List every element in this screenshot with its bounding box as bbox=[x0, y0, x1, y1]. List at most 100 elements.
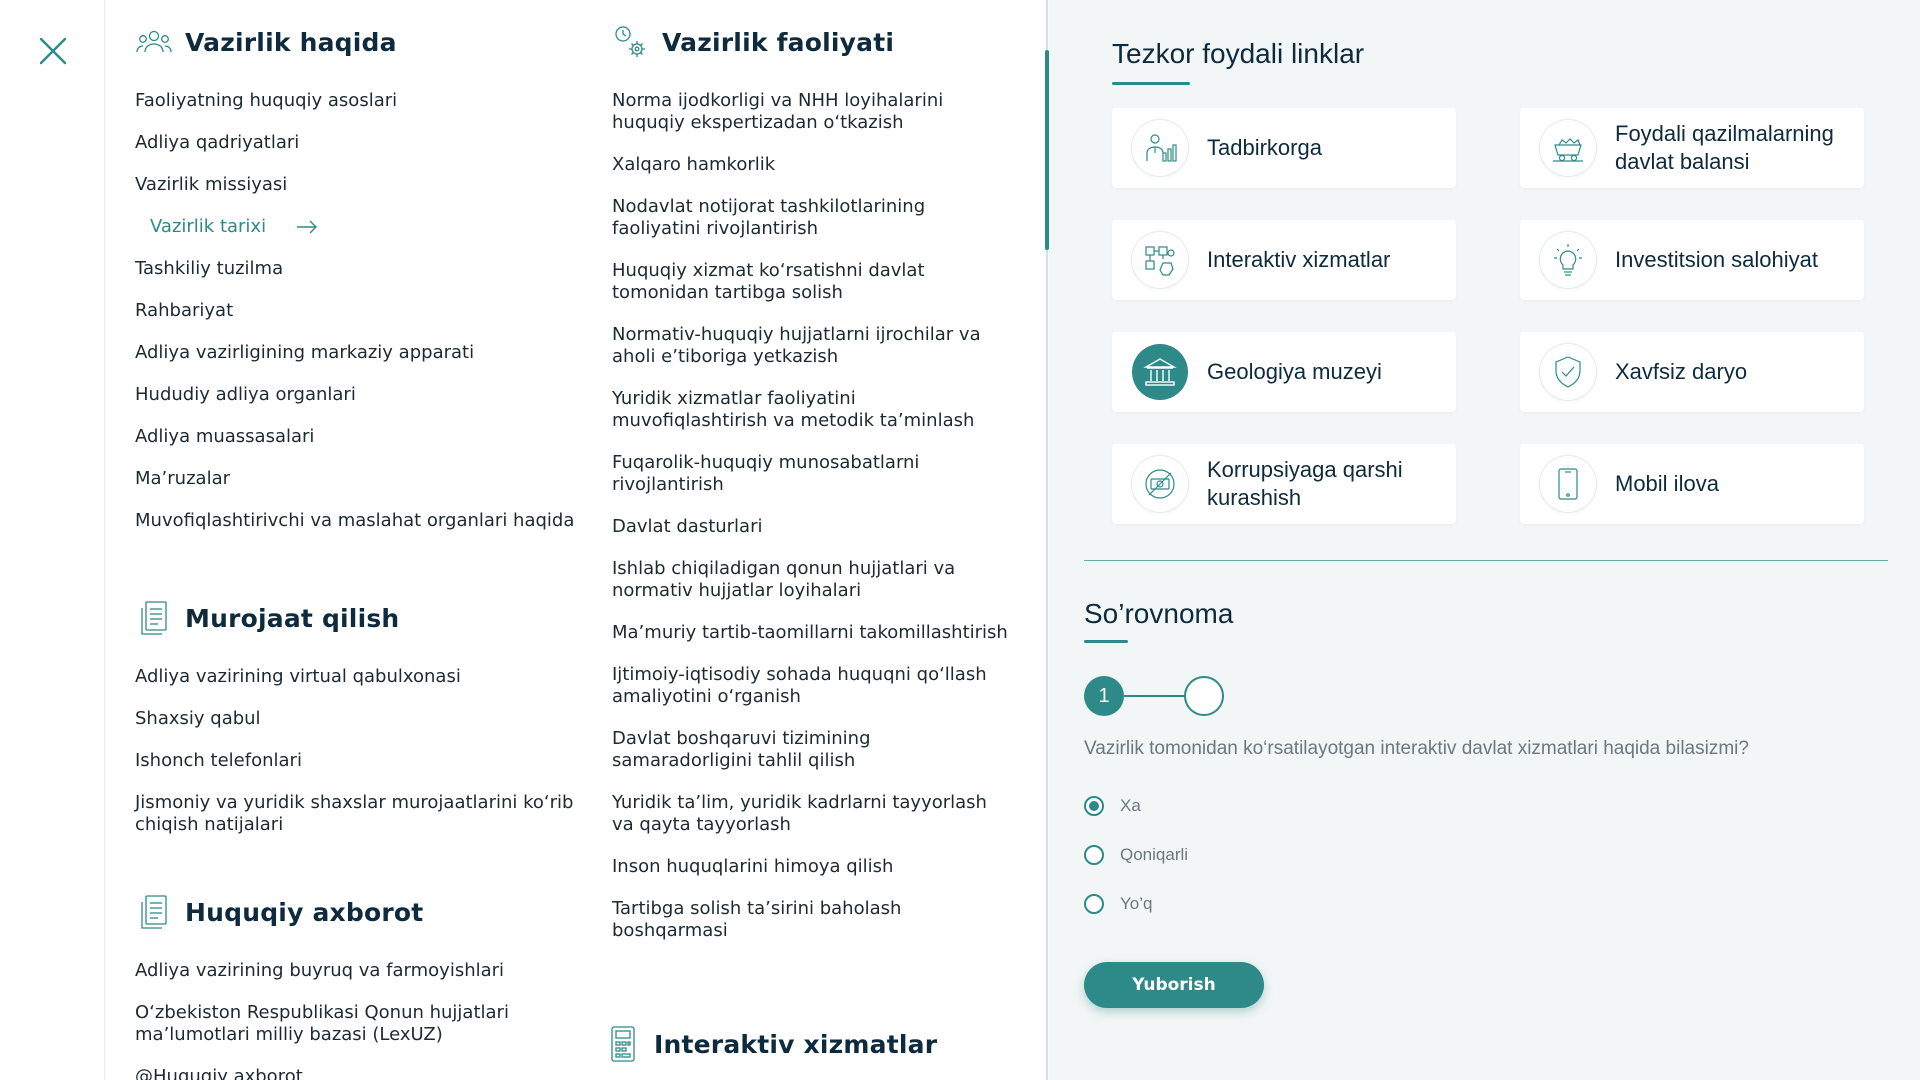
document-icon bbox=[135, 599, 173, 637]
menu-item-label: Davlat dasturlari bbox=[612, 516, 763, 537]
menu-item[interactable]: @Huquqiy axborot bbox=[135, 1066, 605, 1080]
menu-item[interactable]: Adliya qadriyatlari bbox=[135, 132, 605, 174]
quick-link-label: Investitsion salohiyat bbox=[1615, 247, 1818, 272]
survey-stepper: 1 bbox=[1084, 676, 1224, 716]
menu-item[interactable]: Inson huquqlarini himoya qilish bbox=[612, 856, 1012, 878]
quick-link-card[interactable]: Tadbirkorga bbox=[1112, 108, 1456, 188]
section-title-activity: Vazirlik faoliyati bbox=[662, 27, 895, 57]
menu-item-label: Tartibga solish ta’sirini baholash boshq… bbox=[612, 898, 902, 941]
quick-links-underline bbox=[1112, 82, 1190, 85]
section-separator bbox=[1084, 560, 1888, 561]
quick-link-label: Tadbirkorga bbox=[1207, 135, 1322, 160]
menu-item[interactable]: Nodavlat notijorat tashkilotlarining fao… bbox=[612, 196, 1012, 240]
menu-item[interactable]: Jismoniy va yuridik shaxslar murojaatlar… bbox=[135, 792, 605, 856]
menu-item[interactable]: Adliya vazirining buyruq va farmoyishlar… bbox=[135, 960, 605, 1002]
menu-item[interactable]: Vazirlik missiyasi bbox=[135, 174, 605, 216]
menu-item-label: Tashkiliy tuzilma bbox=[135, 258, 284, 279]
menu-item[interactable]: Tashkiliy tuzilma bbox=[135, 258, 605, 300]
quick-link-label: Geologiya muzeyi bbox=[1207, 359, 1382, 384]
menu-item[interactable]: Adliya muassasalari bbox=[135, 426, 605, 468]
section-title-interactive: Interaktiv xizmatlar bbox=[654, 1029, 938, 1059]
menu-item[interactable]: Davlat dasturlari bbox=[612, 516, 1012, 538]
menu-item-label: Huquqiy xizmat ko‘rsatishni davlat tomon… bbox=[612, 260, 925, 303]
menu-item-label: Ijtimoiy-iqtisodiy sohada huquqni qo‘lla… bbox=[612, 664, 987, 707]
survey-option-yes[interactable]: Xa bbox=[1084, 796, 1141, 816]
survey-submit-button[interactable]: Yuborish bbox=[1084, 962, 1264, 1008]
menu-item[interactable]: Normativ-huquqiy hujjatlarni ijrochilar … bbox=[612, 324, 1012, 368]
menu-item[interactable]: Muvofiqlashtirivchi va maslahat organlar… bbox=[135, 510, 605, 552]
menu-item[interactable]: Adliya vazirligining markaziy apparati bbox=[135, 342, 605, 384]
radio-button[interactable] bbox=[1084, 845, 1104, 865]
arrow-right-icon bbox=[296, 220, 318, 234]
section-header-interactive: Interaktiv xizmatlar bbox=[604, 1024, 937, 1064]
menu-item[interactable]: Ishlab chiqiladigan qonun hujjatlari va … bbox=[612, 558, 1012, 602]
menu-item-label: Normativ-huquqiy hujjatlarni ijrochilar … bbox=[612, 324, 981, 367]
quick-link-card[interactable]: Korrupsiyaga qarshi kurashish bbox=[1112, 444, 1456, 524]
menu-item[interactable]: Ishonch telefonlari bbox=[135, 750, 605, 792]
menu-item[interactable]: Shaxsiy qabul bbox=[135, 708, 605, 750]
menu-item[interactable]: Yuridik xizmatlar faoliyatini muvofiqlas… bbox=[612, 388, 1012, 432]
menu-item-label: Muvofiqlashtirivchi va maslahat organlar… bbox=[135, 510, 575, 531]
menu-item[interactable]: Norma ijodkorligi va NHH loyihalarini hu… bbox=[612, 90, 1012, 134]
menu-item-label: @Huquqiy axborot bbox=[135, 1066, 303, 1080]
document-list-icon bbox=[135, 893, 173, 931]
menu-item-label: Vazirlik missiyasi bbox=[135, 174, 288, 195]
section-header-legal: Huquqiy axborot bbox=[135, 892, 423, 932]
menu-item-label: Fuqarolik-huquqiy munosabatlarni rivojla… bbox=[612, 452, 920, 495]
menu-item[interactable]: Yuridik ta’lim, yuridik kadrlarni tayyor… bbox=[612, 792, 1012, 836]
menu-item-label: Norma ijodkorligi va NHH loyihalarini hu… bbox=[612, 90, 944, 133]
menu-item-label: Ma’ruzalar bbox=[135, 468, 231, 489]
menu-item-label: Ishlab chiqiladigan qonun hujjatlari va … bbox=[612, 558, 956, 601]
menu-item[interactable]: Faoliyatning huquqiy asoslari bbox=[135, 90, 605, 132]
quick-link-card[interactable]: Mobil ilova bbox=[1520, 444, 1864, 524]
menu-item-label: Adliya qadriyatlari bbox=[135, 132, 300, 153]
menu-item[interactable]: Ijtimoiy-iqtisodiy sohada huquqni qo‘lla… bbox=[612, 664, 1012, 708]
step-1-indicator: 1 bbox=[1084, 676, 1124, 716]
menu-item-label: Adliya vazirligining markaziy apparati bbox=[135, 342, 475, 363]
mine-cart-icon bbox=[1540, 120, 1596, 176]
quick-link-label: Korrupsiyaga qarshi kurashish bbox=[1207, 457, 1403, 510]
menu-item[interactable]: Hududiy adliya organlari bbox=[135, 384, 605, 426]
close-icon bbox=[39, 37, 67, 65]
lightbulb-icon bbox=[1540, 232, 1596, 288]
menu-item[interactable]: Tartibga solish ta’sirini baholash boshq… bbox=[612, 898, 1012, 942]
menu-item-label: Faoliyatning huquqiy asoslari bbox=[135, 90, 398, 111]
radio-button[interactable] bbox=[1084, 894, 1104, 914]
quick-link-label: Mobil ilova bbox=[1615, 471, 1719, 496]
quick-link-label: Foydali qazilmalarning davlat balansi bbox=[1615, 121, 1834, 174]
survey-option-satisfactory[interactable]: Qoniqarli bbox=[1084, 845, 1188, 865]
menu-item[interactable]: Rahbariyat bbox=[135, 300, 605, 342]
quick-link-card[interactable]: Interaktiv xizmatlar bbox=[1112, 220, 1456, 300]
quick-link-label: Interaktiv xizmatlar bbox=[1207, 247, 1391, 272]
quick-link-card[interactable]: Geologiya muzeyi bbox=[1112, 332, 1456, 412]
survey-underline bbox=[1084, 640, 1128, 643]
survey-question: Vazirlik tomonidan ko‘rsatilayotgan inte… bbox=[1084, 738, 1749, 759]
section-header-about: Vazirlik haqida bbox=[135, 22, 397, 62]
menu-item[interactable]: O‘zbekiston Respublikasi Qonun hujjatlar… bbox=[135, 1002, 605, 1066]
menu-item-label: Jismoniy va yuridik shaxslar murojaatlar… bbox=[135, 792, 574, 835]
legal-menu-list: Adliya vazirining buyruq va farmoyishlar… bbox=[135, 960, 605, 1080]
close-menu-button[interactable] bbox=[38, 36, 68, 66]
menu-item[interactable]: Huquqiy xizmat ko‘rsatishni davlat tomon… bbox=[612, 260, 1012, 304]
people-group-icon bbox=[135, 23, 173, 61]
menu-item[interactable]: Davlat boshqaruvi tizimining samaradorli… bbox=[612, 728, 1012, 772]
menu-item-label: Yuridik xizmatlar faoliyatini muvofiqlas… bbox=[612, 388, 975, 431]
menu-item-label: Shaxsiy qabul bbox=[135, 708, 261, 729]
activity-menu-list: Norma ijodkorligi va NHH loyihalarini hu… bbox=[612, 90, 1012, 962]
survey-option-no[interactable]: Yo’q bbox=[1084, 894, 1152, 914]
menu-item[interactable]: Vazirlik tarixi bbox=[135, 216, 605, 258]
menu-item[interactable]: Ma’ruzalar bbox=[135, 468, 605, 510]
option-label: Yo’q bbox=[1120, 894, 1153, 913]
quick-link-card[interactable]: Foydali qazilmalarning davlat balansi bbox=[1520, 108, 1864, 188]
mobile-phone-icon bbox=[1540, 456, 1596, 512]
menu-item[interactable]: Adliya vazirining virtual qabulxonasi bbox=[135, 666, 605, 708]
quick-link-card[interactable]: Xavfsiz daryo bbox=[1520, 332, 1864, 412]
museum-icon bbox=[1132, 344, 1188, 400]
menu-item-label: Vazirlik tarixi bbox=[150, 216, 267, 237]
quick-link-card[interactable]: Investitsion salohiyat bbox=[1520, 220, 1864, 300]
menu-item-label: Rahbariyat bbox=[135, 300, 234, 321]
menu-item[interactable]: Ma’muriy tartib-taomillarni takomillasht… bbox=[612, 622, 1012, 644]
radio-button[interactable] bbox=[1084, 796, 1104, 816]
menu-item[interactable]: Fuqarolik-huquqiy munosabatlarni rivojla… bbox=[612, 452, 1012, 496]
menu-item[interactable]: Xalqaro hamkorlik bbox=[612, 154, 1012, 176]
